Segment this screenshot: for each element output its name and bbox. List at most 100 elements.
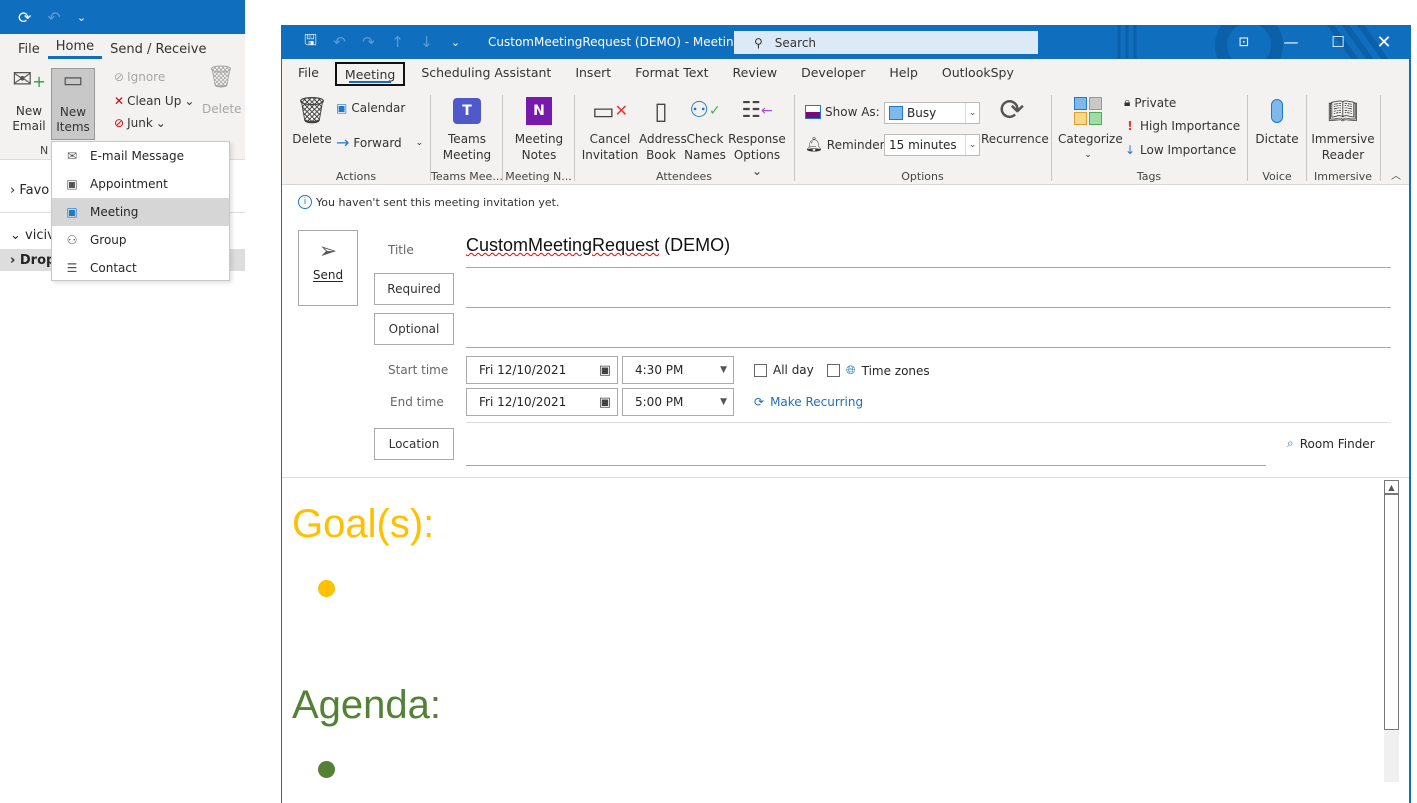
menu-item-meeting[interactable]: ▣ Meeting [52,198,229,226]
contact-card-icon: ☰ [66,261,78,275]
qat-customize-icon[interactable]: ⌄ [441,36,470,49]
location-input[interactable] [466,428,1266,460]
menu-item-group[interactable]: ⚇ Group [52,226,229,254]
required-button[interactable]: Required [374,273,454,305]
bg-delete-button[interactable]: 🗑 Delete [202,67,241,117]
ribbon-display-options-icon[interactable]: ⊡ [1221,25,1267,59]
save-icon[interactable]: 🖫 [296,30,325,55]
required-attendees-input[interactable] [466,273,1391,305]
info-bar: i You haven't sent this meeting invitati… [298,195,559,209]
scrollbar-track[interactable] [1384,730,1399,782]
group-label-tags: Tags [1136,170,1162,183]
start-date-field[interactable]: Fri 12/10/2021 ▣ [466,356,618,384]
close-icon[interactable]: ✕ [1361,25,1407,59]
sync-icon[interactable]: ⟳ [18,8,31,27]
reminder-label: 🔔︎ Reminder: [805,137,889,153]
tab-developer[interactable]: Developer [793,62,873,86]
end-date-field[interactable]: Fri 12/10/2021 ▣ [466,388,618,416]
tab-format-text[interactable]: Format Text [627,62,716,86]
menu-item-appointment[interactable]: ▣ Appointment [52,170,229,198]
make-recurring-link[interactable]: ⟳ Make Recurring [754,395,863,409]
tab-help[interactable]: Help [881,62,926,86]
optional-attendees-input[interactable] [466,313,1391,345]
address-book-button[interactable]: ▯ Address Book [639,93,687,163]
meeting-form: i You haven't sent this meeting invitati… [282,185,1409,475]
tab-review[interactable]: Review [725,62,786,86]
tab-file[interactable]: File [290,62,327,86]
check-names-button[interactable]: ⚇ ✓ Check Names [683,93,727,163]
group-label-attendees: Attendees [656,170,712,183]
end-time-label: End time [390,395,444,409]
chevron-down-icon: ⌄ [965,103,979,123]
calendar-picker-icon[interactable]: ▣ [599,395,611,410]
title-bar: 🖫 ↶ ↷ ↑ ↓ ⌄ CustomMeetingRequest (DEMO) … [282,25,1409,59]
junk-button[interactable]: ⊘ Junk ⌄ [114,116,166,130]
calendar-button[interactable]: ▣ Calendar [336,101,405,115]
tab-scheduling-assistant[interactable]: Scheduling Assistant [413,62,559,86]
bg-tab-home[interactable]: Home [47,39,103,59]
busy-color-swatch [889,106,903,120]
teams-meeting-button[interactable]: T Teams Meeting [437,93,497,163]
maximize-icon[interactable]: ☐ [1315,25,1361,59]
immersive-reader-button[interactable]: 📖︎ Immersive Reader [1311,93,1375,163]
send-icon: ➢ [318,239,338,264]
title-field[interactable]: CustomMeetingRequest (DEMO) [466,235,730,256]
scroll-up-icon[interactable]: ▲ [1385,481,1398,495]
optional-button[interactable]: Optional [374,313,454,345]
time-zones-checkbox[interactable]: 🌐︎ Time zones [827,363,930,378]
undo-icon[interactable]: ↶ [325,33,354,51]
cancel-invitation-button[interactable]: ▭ ✕ Cancel Invitation [579,93,641,163]
new-email-button[interactable]: ✉+ New Email [10,65,48,134]
lock-icon: 🔒︎ [1124,95,1131,109]
high-importance-button[interactable]: ! High Importance [1124,119,1240,133]
new-items-button[interactable]: ▭ New Items ⌄ [51,68,95,149]
start-time-dropdown[interactable]: 4:30 PM ▼ [622,356,734,384]
private-button[interactable]: 🔒︎ Private [1124,95,1176,110]
bg-tab-send-receive[interactable]: Send / Receive [102,42,214,57]
new-email-icon: ✉+ [12,65,46,93]
bg-tab-file[interactable]: File [10,42,48,57]
undo-icon[interactable]: ↶ [47,8,60,27]
end-time-dropdown[interactable]: 5:00 PM ▼ [622,388,734,416]
vertical-scrollbar[interactable]: ▲ [1384,480,1399,730]
qat-customize-icon[interactable]: ⌄ [77,11,86,24]
group-tags: Categorize ⌄ 🔒︎ Private ! High Importance … [1052,89,1246,185]
previous-item-icon[interactable]: ↑ [383,33,412,51]
teams-icon: T [437,93,497,129]
search-icon: ⚲ [754,35,763,50]
calendar-picker-icon[interactable]: ▣ [599,363,611,378]
categorize-button[interactable]: Categorize ⌄ [1058,93,1123,163]
forward-button[interactable]: → Forward ⌄ [336,133,423,152]
meeting-notes-button[interactable]: N Meeting Notes [509,93,569,163]
send-button[interactable]: ➢ Send [298,230,358,306]
junk-icon: ⊘ [114,116,125,130]
all-day-checkbox[interactable]: All day [754,363,814,377]
tab-insert[interactable]: Insert [567,62,619,86]
reminder-dropdown[interactable]: 15 minutes ⌄ [884,134,980,156]
redo-icon[interactable]: ↷ [354,33,383,51]
room-finder-button[interactable]: ⌕ Room Finder [1287,436,1375,451]
response-options-button[interactable]: ☷ ← Response Options ⌄ [727,93,787,179]
recurrence-button[interactable]: ⟳ Recurrence [981,93,1049,147]
collapse-ribbon-icon[interactable]: ︿ [1391,167,1401,182]
show-as-dropdown[interactable]: Busy ⌄ [884,102,980,124]
bell-icon: 🔔︎ [805,137,823,153]
meeting-body-editor[interactable]: Goal(s): Agenda: ▲ [282,477,1409,803]
menu-item-contact[interactable]: ☰ Contact [52,254,229,282]
envelope-icon: ✉ [66,149,78,163]
dictate-button[interactable]: Dictate [1252,93,1302,147]
minimize-icon[interactable]: — [1268,25,1314,59]
menu-item-email-message[interactable]: ✉ E-mail Message [52,142,229,170]
low-importance-button[interactable]: ↓ Low Importance [1124,143,1236,157]
tab-outlookspy[interactable]: OutlookSpy [934,62,1022,86]
ignore-button[interactable]: ⊘ Ignore [114,70,165,84]
delete-button[interactable]: 🗑 Delete [292,93,332,147]
location-button[interactable]: Location [374,428,454,460]
goals-heading: Goal(s): [292,502,435,546]
meeting-window: 🖫 ↶ ↷ ↑ ↓ ⌄ CustomMeetingRequest (DEMO) … [281,25,1411,803]
new-items-icon: ▭ [62,68,84,93]
tab-meeting[interactable]: Meeting [334,62,406,86]
clean-up-button[interactable]: ✕ Clean Up ⌄ [114,94,194,108]
next-item-icon[interactable]: ↓ [412,33,441,51]
search-box[interactable]: ⚲ Search [734,31,1038,54]
